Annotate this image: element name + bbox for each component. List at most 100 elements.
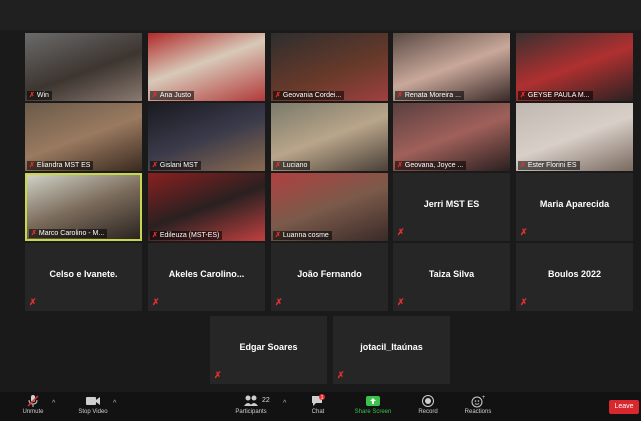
participant-tile[interactable]: Edgar Soares ✗ xyxy=(210,316,327,384)
chat-button[interactable]: 1 Chat xyxy=(293,394,343,415)
microphone-muted-icon: ✗ xyxy=(275,162,281,169)
svg-text:+: + xyxy=(482,395,485,401)
microphone-muted-icon: ✗ xyxy=(152,232,158,239)
record-label: Record xyxy=(418,409,438,415)
participant-tile[interactable]: Celso e Ivanete. ✗ xyxy=(25,243,142,311)
participant-name-tag: ✗ Win xyxy=(27,91,52,100)
microphone-muted-icon: ✗ xyxy=(152,92,158,99)
participant-name: Celso e Ivanete. xyxy=(49,269,118,279)
participant-name-tag: ✗ GEYSE PAULA M... xyxy=(518,91,593,100)
microphone-muted-icon: ✗ xyxy=(275,92,281,99)
participant-tile[interactable]: ✗ Gislani MST xyxy=(148,103,265,171)
participants-options-caret-icon[interactable]: ^ xyxy=(283,400,286,407)
participant-name: Luciano xyxy=(282,162,308,169)
microphone-muted-icon: ✗ xyxy=(152,297,160,307)
participant-tile[interactable]: ✗ Eliandra MST ES xyxy=(25,103,142,171)
participant-name: Ester Florini ES xyxy=(527,162,577,169)
participant-tile[interactable]: ✗ Luanna cosme xyxy=(271,173,388,241)
participant-tile[interactable]: Akeles Carolino... ✗ xyxy=(148,243,265,311)
unmute-button[interactable]: Unmute xyxy=(8,394,58,415)
participant-name-tag: ✗ Geovana, Joyce ... xyxy=(395,161,467,170)
participant-name-tag: ✗ Geovania Cordei... xyxy=(273,91,345,100)
meeting-top-bar xyxy=(0,0,641,30)
participant-name: Eliandra MST ES xyxy=(36,162,91,169)
participant-name-tag: ✗ Edileuza (MST-ES) xyxy=(150,231,223,240)
stop-video-label: Stop Video xyxy=(78,409,108,415)
stop-video-button[interactable]: Stop Video xyxy=(68,394,118,415)
participant-name: jotacil_Itaúnas xyxy=(360,342,423,352)
participant-name: Marco Carolino - M... xyxy=(38,230,105,237)
chat-label: Chat xyxy=(311,409,325,415)
participants-count: 22 xyxy=(262,397,270,404)
participant-name-tag: ✗ Renata Moreira ... xyxy=(395,91,464,100)
microphone-muted-icon: ✗ xyxy=(520,162,526,169)
participant-tile[interactable]: ✗ Geovana, Joyce ... xyxy=(393,103,510,171)
leave-button[interactable]: Leave xyxy=(609,400,639,414)
participant-tile[interactable]: ✗ Marco Carolino - M... xyxy=(25,173,142,241)
microphone-muted-icon: ✗ xyxy=(275,297,283,307)
chat-icon: 1 xyxy=(312,394,325,406)
participant-tile[interactable]: ✗ Geovania Cordei... xyxy=(271,33,388,101)
microphone-muted-icon: ✗ xyxy=(520,227,528,237)
participant-tile[interactable]: ✗ Luciano xyxy=(271,103,388,171)
participant-tile[interactable]: João Fernando ✗ xyxy=(271,243,388,311)
microphone-muted-icon xyxy=(27,395,39,407)
participant-tile[interactable]: ✗ Renata Moreira ... xyxy=(393,33,510,101)
participant-name: Luanna cosme xyxy=(282,232,329,239)
reactions-label: Reactions xyxy=(464,409,492,415)
video-gallery: ✗ Win ✗ Ana Justo ✗ Geovania Cordei... ✗ Renata… xyxy=(0,0,641,392)
participant-name: Jerri MST ES xyxy=(423,199,480,209)
participant-name: Taiza Silva xyxy=(428,269,475,279)
microphone-muted-icon: ✗ xyxy=(29,162,35,169)
participant-name: Edgar Soares xyxy=(239,342,298,352)
participant-tile[interactable]: ✗ Edileuza (MST-ES) xyxy=(148,173,265,241)
participant-name-tag: ✗ Eliandra MST ES xyxy=(27,161,94,170)
microphone-muted-icon: ✗ xyxy=(152,162,158,169)
microphone-muted-icon: ✗ xyxy=(337,370,345,380)
reactions-button[interactable]: + Reactions xyxy=(453,394,503,415)
participant-name: Maria Aparecida xyxy=(539,199,610,209)
participant-tile[interactable]: Taiza Silva ✗ xyxy=(393,243,510,311)
participant-tile[interactable]: Boulos 2022 ✗ xyxy=(516,243,633,311)
participant-tile[interactable]: jotacil_Itaúnas ✗ xyxy=(333,316,450,384)
participant-name-tag: ✗ Luanna cosme xyxy=(273,231,332,240)
audio-options-caret-icon[interactable]: ^ xyxy=(52,400,55,407)
share-screen-label: Share Screen xyxy=(354,409,392,415)
video-options-caret-icon[interactable]: ^ xyxy=(113,400,116,407)
participant-tile[interactable]: ✗ Ana Justo xyxy=(148,33,265,101)
video-camera-icon xyxy=(86,397,100,405)
participant-name: Boulos 2022 xyxy=(547,269,602,279)
participant-name: Renata Moreira ... xyxy=(404,92,461,99)
participant-name-tag: ✗ Ana Justo xyxy=(150,91,195,100)
smiley-plus-icon: + xyxy=(471,395,485,408)
microphone-muted-icon: ✗ xyxy=(397,227,405,237)
participant-tile[interactable]: ✗ GEYSE PAULA M... xyxy=(516,33,633,101)
microphone-muted-icon: ✗ xyxy=(31,230,37,237)
participants-label: Participants xyxy=(235,409,267,415)
participant-name: Edileuza (MST-ES) xyxy=(159,232,220,239)
share-screen-icon xyxy=(366,396,380,406)
microphone-muted-icon: ✗ xyxy=(397,92,403,99)
participant-name: Geovana, Joyce ... xyxy=(404,162,464,169)
participant-tile[interactable]: ✗ Ester Florini ES xyxy=(516,103,633,171)
participant-name: Gislani MST xyxy=(159,162,198,169)
participant-name: GEYSE PAULA M... xyxy=(527,92,590,99)
record-button[interactable]: Record xyxy=(403,394,453,415)
microphone-muted-icon: ✗ xyxy=(520,92,526,99)
participant-name: Win xyxy=(36,92,49,99)
microphone-muted-icon: ✗ xyxy=(29,92,35,99)
microphone-muted-icon: ✗ xyxy=(214,370,222,380)
participant-tile[interactable]: ✗ Win xyxy=(25,33,142,101)
participant-name: Ana Justo xyxy=(159,92,192,99)
participant-tile[interactable]: Jerri MST ES ✗ xyxy=(393,173,510,241)
unmute-label: Unmute xyxy=(22,409,44,415)
microphone-muted-icon: ✗ xyxy=(397,162,403,169)
microphone-muted-icon: ✗ xyxy=(520,297,528,307)
participant-name: Geovania Cordei... xyxy=(282,92,342,99)
participant-name: Akeles Carolino... xyxy=(168,269,245,279)
participant-name-tag: ✗ Ester Florini ES xyxy=(518,161,580,170)
share-screen-button[interactable]: Share Screen xyxy=(348,394,398,415)
participant-tile[interactable]: Maria Aparecida ✗ xyxy=(516,173,633,241)
participants-icon xyxy=(244,395,258,406)
microphone-muted-icon: ✗ xyxy=(29,297,37,307)
